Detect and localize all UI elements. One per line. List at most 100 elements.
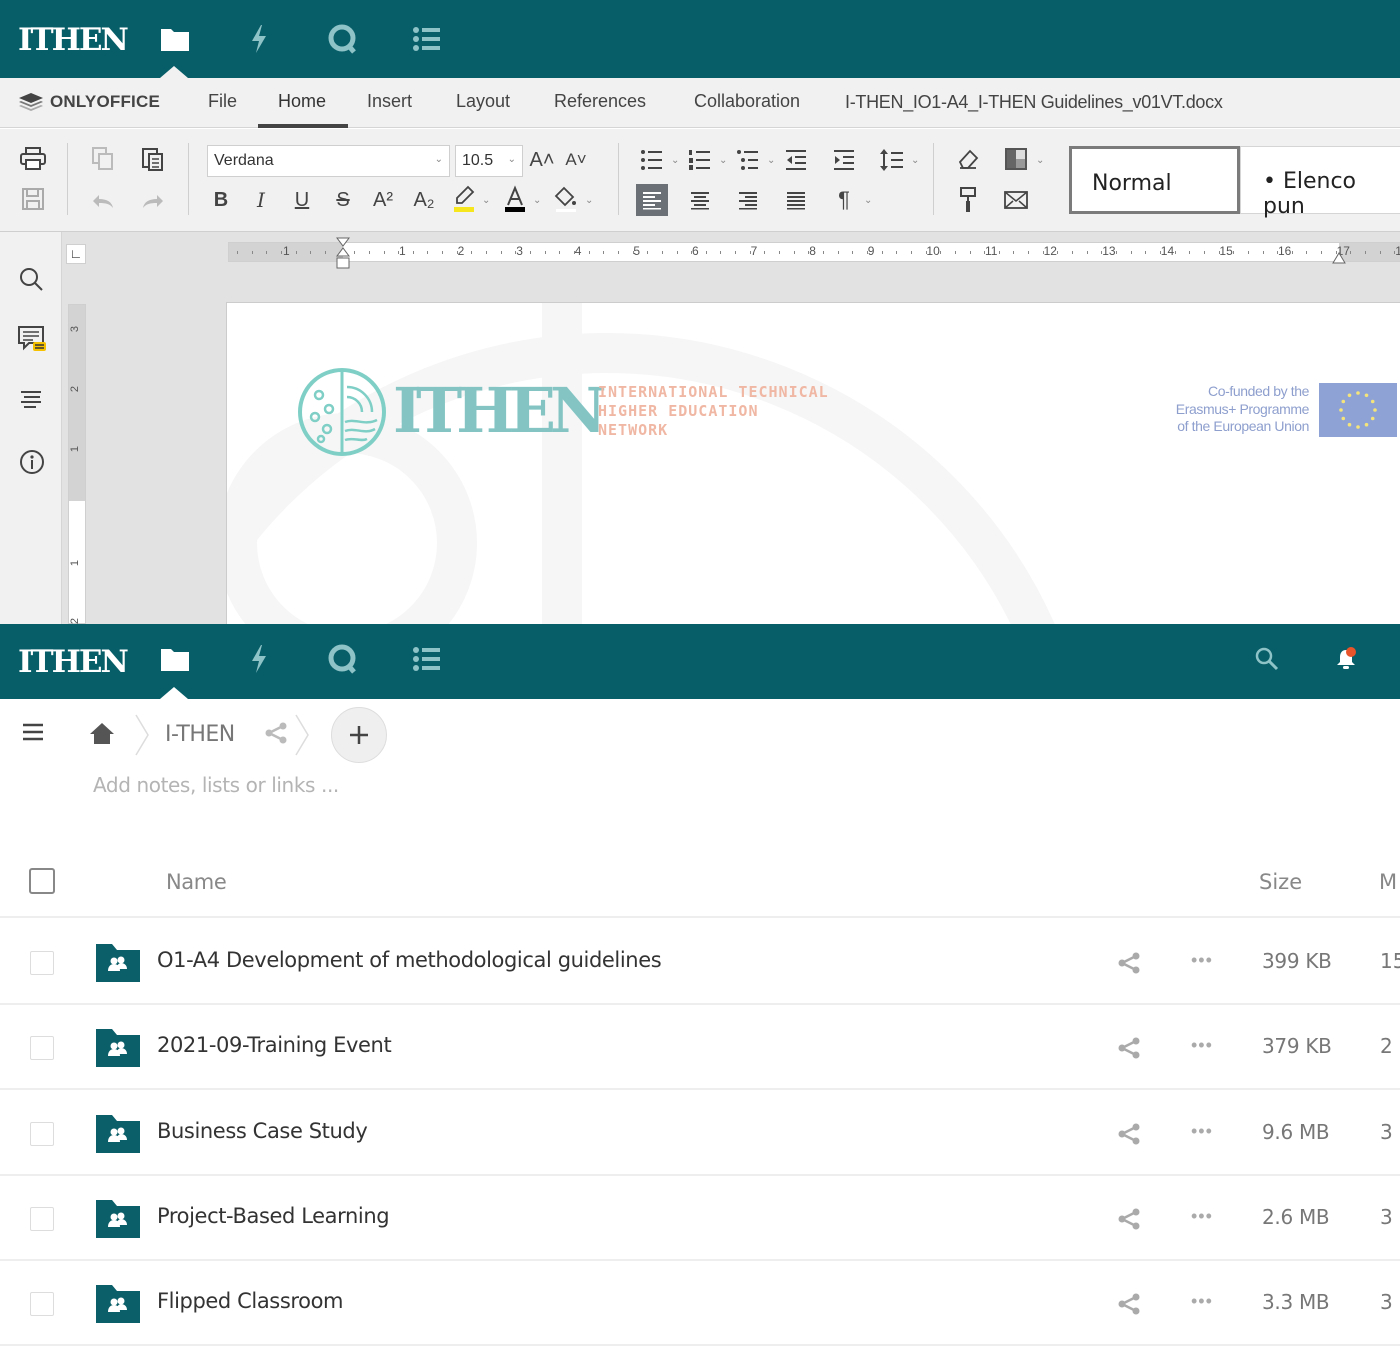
- new-file-button[interactable]: [331, 707, 387, 763]
- bullet-list-button[interactable]: [638, 146, 666, 174]
- document-page[interactable]: ITHEN INTERNATIONAL TECHNICAL HIGHER EDU…: [226, 302, 1400, 624]
- row-share-button[interactable]: [1117, 1123, 1141, 1150]
- chevron-down-icon[interactable]: ⌄: [671, 155, 679, 166]
- activity-app-button[interactable]: [242, 642, 276, 676]
- align-right-button[interactable]: [734, 186, 762, 214]
- files-app-button[interactable]: [158, 642, 192, 676]
- rich-workspace-notes[interactable]: Add notes, lists or links ...: [93, 773, 339, 797]
- file-row[interactable]: O1-A4 Development of methodological guid…: [0, 920, 1400, 1005]
- comments-button[interactable]: [18, 326, 48, 359]
- multilevel-list-button[interactable]: [734, 146, 762, 174]
- file-row[interactable]: Flipped Classroom ••• 3.3 MB 3: [0, 1261, 1400, 1346]
- tab-collaboration[interactable]: Collaboration: [694, 91, 800, 112]
- clear-style-button[interactable]: [954, 145, 982, 173]
- chevron-down-icon[interactable]: ⌄: [719, 155, 727, 166]
- tab-stop-selector[interactable]: ∟: [66, 244, 86, 264]
- color-scheme-button[interactable]: [1002, 145, 1030, 173]
- find-button[interactable]: [18, 266, 44, 297]
- indent-marker[interactable]: [335, 237, 351, 271]
- file-row[interactable]: Project-Based Learning ••• 2.6 MB 3: [0, 1176, 1400, 1261]
- file-name[interactable]: Business Case Study: [157, 1119, 368, 1143]
- row-actions-button[interactable]: •••: [1191, 1291, 1213, 1312]
- row-checkbox[interactable]: [30, 1121, 54, 1146]
- row-checkbox[interactable]: [30, 1036, 54, 1061]
- chevron-down-icon[interactable]: ⌄: [911, 155, 919, 166]
- chevron-down-icon[interactable]: ⌄: [533, 195, 541, 206]
- column-header-size[interactable]: Size: [1259, 870, 1302, 894]
- horizontal-ruler[interactable]: 1123456789101112131415161718: [228, 237, 1400, 269]
- font-size-select[interactable]: 10.5 ⌄: [455, 145, 523, 177]
- align-left-button[interactable]: [636, 184, 668, 216]
- save-button[interactable]: [19, 185, 47, 213]
- column-header-name[interactable]: Name: [166, 870, 227, 894]
- row-share-button[interactable]: [1117, 1293, 1141, 1320]
- chevron-down-icon[interactable]: ⌄: [767, 155, 775, 166]
- underline-button[interactable]: U: [288, 186, 316, 214]
- row-actions-button[interactable]: •••: [1191, 950, 1213, 971]
- tab-references[interactable]: References: [554, 91, 646, 112]
- nonprinting-characters-button[interactable]: ¶: [830, 186, 858, 214]
- chevron-down-icon[interactable]: ⌄: [1036, 155, 1044, 166]
- breadcrumb-share-button[interactable]: [264, 722, 288, 749]
- tasks-app-button[interactable]: [410, 642, 444, 676]
- paragraph-shading-button[interactable]: [552, 185, 580, 213]
- file-row[interactable]: Business Case Study ••• 9.6 MB 3: [0, 1091, 1400, 1176]
- row-share-button[interactable]: [1117, 1208, 1141, 1235]
- breadcrumb-folder[interactable]: I-THEN: [165, 722, 235, 747]
- italic-button[interactable]: I: [247, 186, 275, 214]
- file-name[interactable]: Project-Based Learning: [157, 1204, 390, 1228]
- font-color-button[interactable]: [501, 185, 529, 213]
- bold-button[interactable]: B: [207, 186, 235, 214]
- row-actions-button[interactable]: •••: [1191, 1206, 1213, 1227]
- tab-insert[interactable]: Insert: [367, 91, 412, 112]
- talk-app-button[interactable]: [326, 22, 360, 56]
- print-button[interactable]: [19, 145, 47, 173]
- chevron-down-icon[interactable]: ⌄: [864, 195, 872, 206]
- undo-button[interactable]: [89, 187, 117, 215]
- align-center-button[interactable]: [686, 186, 714, 214]
- row-checkbox[interactable]: [30, 1292, 54, 1317]
- tasks-app-button[interactable]: [410, 22, 444, 56]
- tab-file[interactable]: File: [208, 91, 237, 112]
- copy-style-button[interactable]: [954, 186, 982, 214]
- row-actions-button[interactable]: •••: [1191, 1035, 1213, 1056]
- font-name-select[interactable]: Verdana ⌄: [207, 145, 450, 177]
- unified-search-button[interactable]: [1254, 646, 1280, 677]
- style-normal[interactable]: Normal: [1069, 146, 1240, 214]
- highlight-color-button[interactable]: [450, 185, 478, 213]
- increase-font-button[interactable]: A˄: [528, 146, 556, 174]
- right-indent-marker[interactable]: [1331, 249, 1347, 265]
- decrease-font-button[interactable]: A˅: [562, 146, 590, 174]
- column-header-modified[interactable]: M: [1379, 870, 1397, 894]
- ithen-logo[interactable]: ITHEN: [18, 22, 129, 58]
- breadcrumb-home[interactable]: [89, 721, 115, 750]
- row-actions-button[interactable]: •••: [1191, 1121, 1213, 1142]
- activity-app-button[interactable]: [242, 22, 276, 56]
- mail-merge-button[interactable]: [1002, 186, 1030, 214]
- row-share-button[interactable]: [1117, 1037, 1141, 1064]
- tab-layout[interactable]: Layout: [456, 91, 510, 112]
- justify-button[interactable]: [782, 186, 810, 214]
- line-spacing-button[interactable]: [878, 146, 906, 174]
- files-app-button[interactable]: [158, 22, 192, 56]
- subscript-button[interactable]: A₂: [410, 186, 438, 214]
- file-name[interactable]: Flipped Classroom: [157, 1289, 344, 1313]
- row-share-button[interactable]: [1117, 952, 1141, 979]
- style-elenco-puntato[interactable]: • Elenco pun: [1240, 146, 1400, 219]
- about-button[interactable]: [19, 449, 45, 480]
- decrease-indent-button[interactable]: [782, 146, 810, 174]
- file-name[interactable]: 2021-09-Training Event: [157, 1033, 392, 1057]
- talk-app-button[interactable]: [326, 642, 360, 676]
- select-all-checkbox[interactable]: [29, 868, 55, 894]
- copy-button[interactable]: [89, 145, 117, 173]
- notifications-button[interactable]: [1334, 646, 1358, 677]
- numbered-list-button[interactable]: [686, 146, 714, 174]
- vertical-ruler[interactable]: 32112: [68, 304, 86, 624]
- file-name[interactable]: O1-A4 Development of methodological guid…: [157, 948, 662, 972]
- chevron-down-icon[interactable]: ⌄: [482, 195, 490, 206]
- navigation-button[interactable]: [20, 390, 42, 415]
- file-row[interactable]: 2021-09-Training Event ••• 379 KB 2: [0, 1005, 1400, 1091]
- redo-button[interactable]: [139, 187, 167, 215]
- superscript-button[interactable]: A²: [369, 186, 397, 214]
- increase-indent-button[interactable]: [830, 146, 858, 174]
